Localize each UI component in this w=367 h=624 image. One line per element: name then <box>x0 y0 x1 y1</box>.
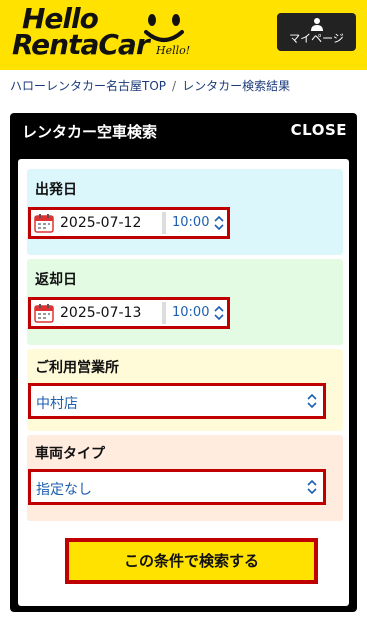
location-label: ご利用営業所 <box>35 360 119 376</box>
search-button[interactable]: この条件で検索する <box>65 538 318 584</box>
departure-date-input[interactable]: 2025-07-12 <box>60 215 141 231</box>
hello-rentacar-logo[interactable]: Hello RentaCar Hello! <box>10 2 190 66</box>
return-section: 返却日 2025-07-13 10:00 <box>27 259 343 345</box>
vehicle-type-select[interactable]: 指定なし <box>28 469 326 505</box>
breadcrumb-separator: / <box>172 79 177 93</box>
vehicle-label: 車両タイプ <box>35 446 105 462</box>
field-divider <box>162 302 166 324</box>
updown-icon <box>307 480 317 494</box>
calendar-icon[interactable] <box>34 303 54 323</box>
user-icon <box>310 18 323 31</box>
breadcrumb-item-results[interactable]: レンタカー検索結果 <box>182 79 290 93</box>
mypage-button[interactable]: マイページ <box>277 13 356 51</box>
return-label: 返却日 <box>35 272 77 288</box>
location-select-value: 中村店 <box>36 396 78 412</box>
mypage-label: マイページ <box>289 32 344 45</box>
return-time-select[interactable]: 10:00 <box>172 305 209 320</box>
field-divider <box>162 212 166 234</box>
search-panel: レンタカー空車検索 CLOSE 出発日 2025-07-12 10:00 返却日… <box>10 113 357 612</box>
return-date-input[interactable]: 2025-07-13 <box>60 305 141 321</box>
panel-body: 出発日 2025-07-12 10:00 返却日 2025-07-13 10:0… <box>18 159 349 606</box>
updown-icon <box>214 306 224 320</box>
site-header: Hello RentaCar Hello! マイページ <box>0 0 367 70</box>
smiley-icon <box>144 14 184 42</box>
vehicle-section: 車両タイプ 指定なし <box>27 435 343 521</box>
departure-datetime: 2025-07-12 10:00 <box>28 207 230 239</box>
departure-section: 出発日 2025-07-12 10:00 <box>27 169 343 255</box>
logo-line2: RentaCar <box>12 28 150 61</box>
updown-icon <box>307 394 317 408</box>
breadcrumb: ハローレンタカー名古屋TOP / レンタカー検索結果 <box>10 77 290 94</box>
breadcrumb-item-top[interactable]: ハローレンタカー名古屋TOP <box>10 79 166 93</box>
departure-label: 出発日 <box>35 182 77 198</box>
location-select[interactable]: 中村店 <box>28 383 326 419</box>
departure-time-select[interactable]: 10:00 <box>172 215 209 230</box>
calendar-icon[interactable] <box>34 213 54 233</box>
panel-title: レンタカー空車検索 <box>22 123 158 141</box>
updown-icon <box>214 216 224 230</box>
location-section: ご利用営業所 中村店 <box>27 349 343 431</box>
close-button[interactable]: CLOSE <box>291 121 347 139</box>
return-datetime: 2025-07-13 10:00 <box>28 297 230 329</box>
vehicle-type-value: 指定なし <box>36 482 92 498</box>
